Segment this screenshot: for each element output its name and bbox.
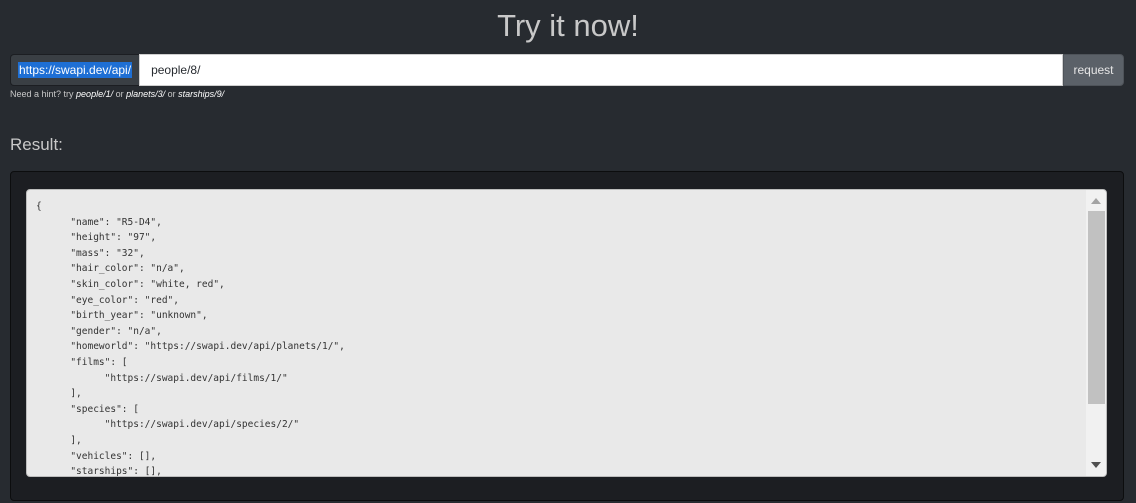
hint-link-people[interactable]: people/1/ <box>76 89 113 99</box>
result-well: { "name": "R5-D4", "height": "97", "mass… <box>10 171 1124 501</box>
result-output[interactable]: { "name": "R5-D4", "height": "97", "mass… <box>26 189 1107 477</box>
request-form: https://swapi.dev/api/ request <box>10 54 1124 86</box>
base-url-addon: https://swapi.dev/api/ <box>10 54 140 86</box>
scrollbar-thumb[interactable] <box>1088 211 1105 404</box>
result-json: { "name": "R5-D4", "height": "97", "mass… <box>36 201 345 477</box>
hint-link-starships[interactable]: starships/9/ <box>178 89 224 99</box>
hint-separator: or <box>113 89 127 99</box>
chevron-up-icon[interactable] <box>1091 198 1101 204</box>
result-scrollbar[interactable] <box>1086 190 1106 476</box>
request-button[interactable]: request <box>1063 54 1124 86</box>
hint-text: Need a hint? try people/1/ or planets/3/… <box>10 89 224 99</box>
chevron-down-icon[interactable] <box>1091 462 1101 468</box>
base-url-text: https://swapi.dev/api/ <box>18 62 133 78</box>
hint-lead: Need a hint? try <box>10 89 77 99</box>
endpoint-input[interactable] <box>139 54 1063 86</box>
page-title: Try it now! <box>497 8 639 43</box>
result-heading: Result: <box>10 135 63 154</box>
hint-link-planets[interactable]: planets/3/ <box>126 89 165 99</box>
hint-separator: or <box>165 89 179 99</box>
